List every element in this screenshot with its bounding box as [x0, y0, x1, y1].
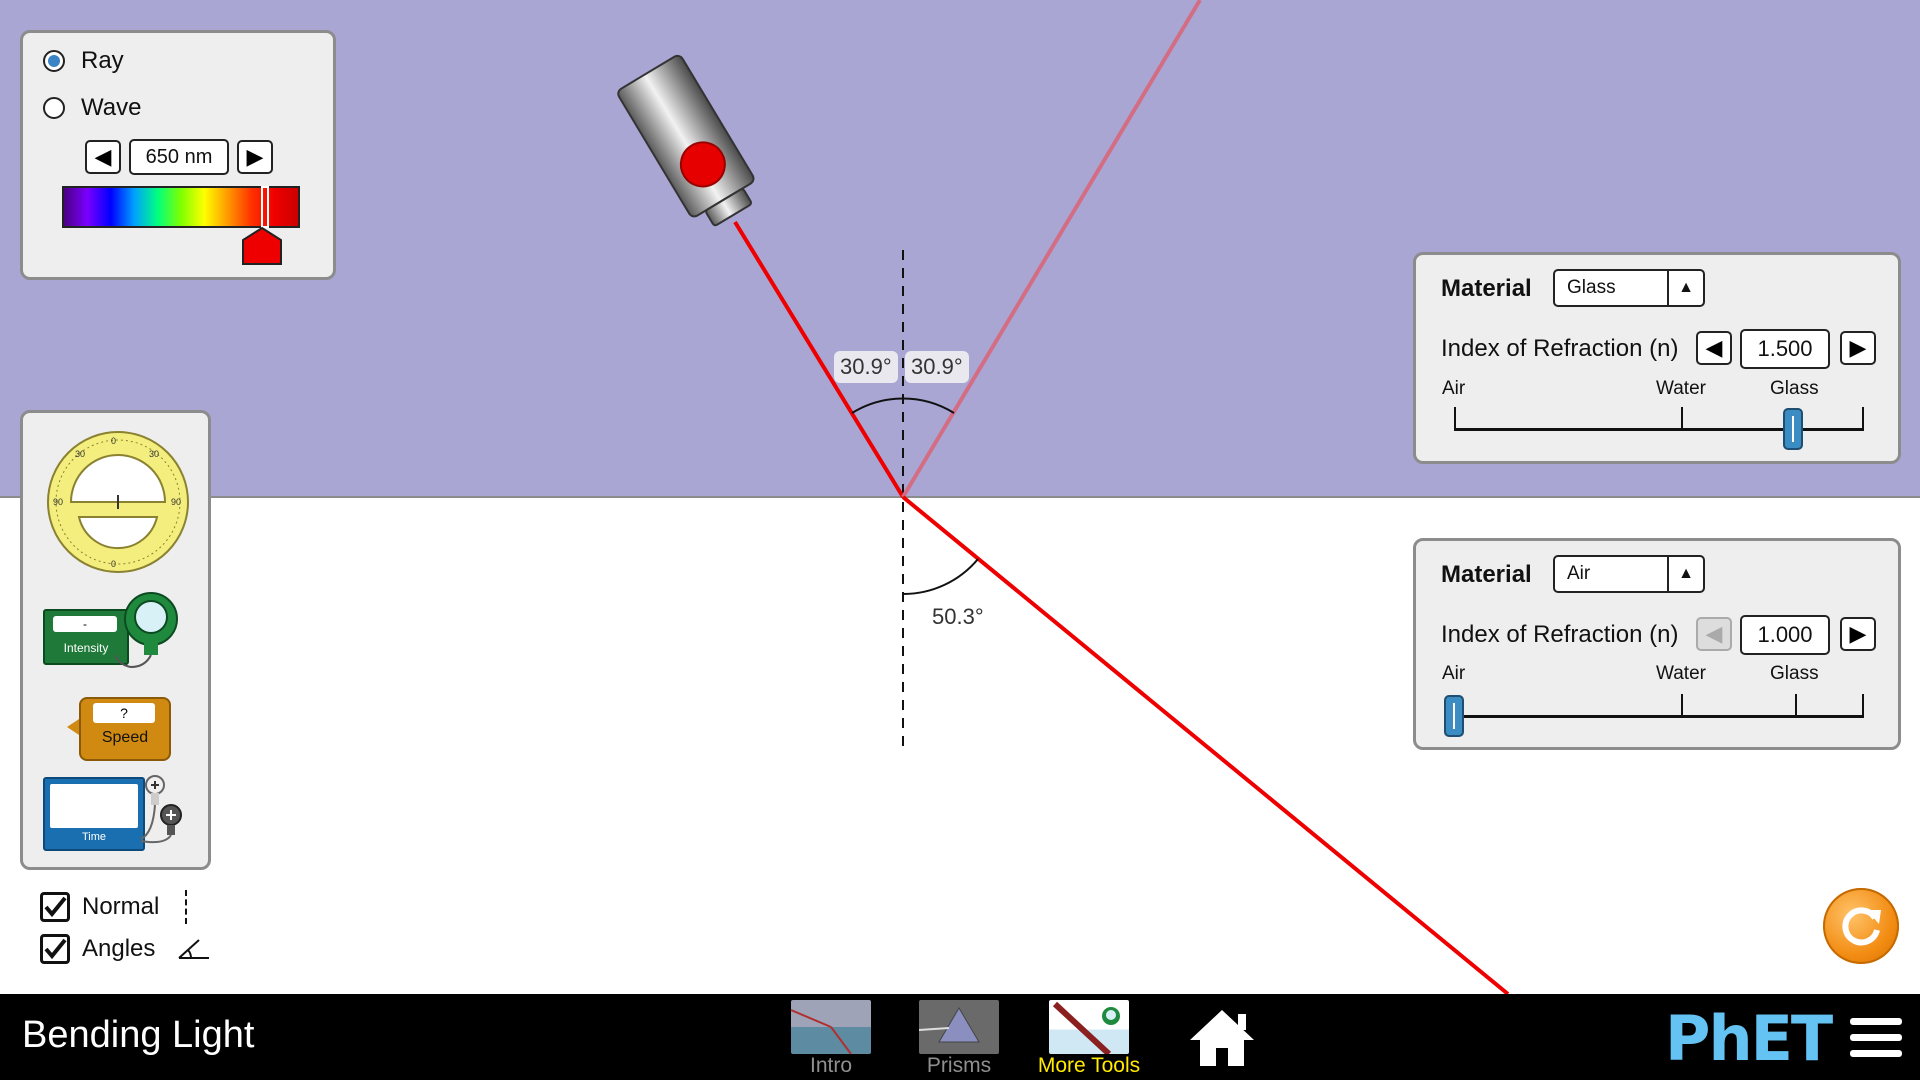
intensity-sensor-icon[interactable] — [115, 589, 185, 669]
bottom-index-increase-button[interactable]: ▶ — [1840, 617, 1876, 651]
top-material-combo[interactable]: Glass ▲ — [1553, 269, 1705, 307]
tools-toolbox: 0 30 30 90 90 0 - Intensity ? Speed Time — [20, 410, 211, 870]
tab-intro[interactable]: Intro — [790, 1000, 872, 1078]
bottom-material-panel: Material Air ▲ Index of Refraction (n) ◀… — [1413, 538, 1901, 750]
normal-checkbox-row[interactable]: Normal — [40, 890, 188, 924]
top-slider-tick-end — [1862, 407, 1864, 429]
bottom-scale-label-air: Air — [1442, 663, 1466, 684]
bottom-index-decrease-button[interactable]: ◀ — [1696, 617, 1732, 651]
ray-radio-option[interactable]: Ray — [43, 47, 124, 75]
menu-button[interactable] — [1850, 1018, 1902, 1062]
top-scale-label-water: Water — [1656, 378, 1706, 399]
speed-tool-pointer — [67, 719, 79, 735]
svg-text:30: 30 — [75, 449, 85, 459]
bottom-index-value: 1.000 — [1740, 615, 1830, 655]
home-button[interactable] — [1186, 1006, 1258, 1068]
wave-radio-label: Wave — [81, 94, 142, 121]
bottom-material-title: Material — [1441, 561, 1532, 588]
navigation-bar: Bending Light Intro Prisms More Tools Ph… — [0, 994, 1920, 1080]
protractor-tool[interactable]: 0 30 30 90 90 0 — [45, 429, 191, 575]
svg-text:0: 0 — [111, 436, 116, 446]
top-material-selected: Glass — [1567, 277, 1616, 298]
speed-readout: ? — [93, 703, 155, 723]
top-material-combo-arrow-icon[interactable]: ▲ — [1667, 271, 1703, 305]
bottom-material-combo[interactable]: Air ▲ — [1553, 555, 1705, 593]
svg-text:90: 90 — [53, 497, 63, 507]
angles-checkbox-label: Angles — [82, 935, 156, 962]
more-tools-tab-icon — [1049, 1000, 1129, 1054]
angle-icon — [178, 939, 210, 959]
tab-more-tools-label: More Tools — [1037, 1054, 1141, 1077]
speed-tool[interactable]: ? Speed — [79, 697, 171, 761]
top-index-increase-button[interactable]: ▶ — [1840, 331, 1876, 365]
light-source-panel: Ray Wave ◀ 650 nm ▶ — [20, 30, 336, 280]
refracted-angle-label: 50.3° — [932, 604, 984, 629]
wavelength-spectrum-slider[interactable] — [62, 186, 300, 228]
intensity-readout: - — [53, 616, 117, 632]
reset-all-button[interactable] — [1823, 888, 1899, 964]
wavelength-decrease-button[interactable]: ◀ — [85, 140, 121, 174]
time-label: Time — [81, 831, 107, 843]
bottom-slider-tick-glass — [1795, 694, 1797, 716]
ray-radio-label: Ray — [81, 47, 124, 74]
top-slider-tick-air — [1454, 407, 1456, 429]
svg-text:90: 90 — [171, 497, 181, 507]
bottom-index-slider-track[interactable] — [1454, 715, 1864, 718]
ray-radio-button[interactable] — [43, 50, 65, 72]
top-index-label: Index of Refraction (n) — [1441, 335, 1679, 362]
tab-more-tools[interactable]: More Tools — [1034, 1000, 1144, 1078]
top-slider-tick-water — [1681, 407, 1683, 429]
top-material-title: Material — [1441, 275, 1532, 302]
wavelength-value: 650 nm — [129, 139, 229, 175]
top-index-value: 1.500 — [1740, 329, 1830, 369]
time-probes-icon[interactable] — [135, 773, 195, 849]
speed-label: Speed — [101, 729, 149, 746]
spectrum-marker — [261, 186, 269, 228]
bottom-slider-tick-end — [1862, 694, 1864, 716]
top-scale-label-glass: Glass — [1770, 378, 1819, 399]
angles-checkbox[interactable] — [40, 934, 70, 964]
top-index-decrease-button[interactable]: ◀ — [1696, 331, 1732, 365]
time-readout — [50, 784, 138, 828]
bottom-scale-label-water: Water — [1656, 663, 1706, 684]
time-sensor-tool[interactable]: Time — [43, 777, 145, 851]
wave-radio-option[interactable]: Wave — [43, 94, 141, 122]
app-title: Bending Light — [22, 1014, 255, 1056]
svg-text:0: 0 — [111, 559, 116, 569]
angles-checkbox-row[interactable]: Angles — [40, 934, 211, 964]
top-scale-label-air: Air — [1442, 378, 1466, 399]
bottom-material-combo-arrow-icon[interactable]: ▲ — [1667, 557, 1703, 591]
normal-line-icon — [185, 890, 188, 924]
bottom-index-slider-thumb[interactable] — [1444, 695, 1464, 737]
reflected-angle-label: 30.9° — [905, 351, 969, 383]
top-material-panel: Material Glass ▲ Index of Refraction (n)… — [1413, 252, 1901, 464]
normal-checkbox-label: Normal — [82, 893, 160, 920]
tab-prisms-label: Prisms — [926, 1054, 992, 1077]
tab-intro-label: Intro — [809, 1054, 853, 1077]
reset-icon — [1842, 907, 1881, 946]
wave-radio-button[interactable] — [43, 97, 65, 119]
intro-tab-icon — [791, 1000, 871, 1054]
bottom-slider-tick-water — [1681, 694, 1683, 716]
phet-logo[interactable]: PhET — [1665, 1002, 1833, 1075]
bottom-scale-label-glass: Glass — [1770, 663, 1819, 684]
wavelength-slider-thumb[interactable] — [240, 226, 284, 268]
svg-text:30: 30 — [149, 449, 159, 459]
prisms-tab-icon — [919, 1000, 999, 1054]
top-index-slider-thumb[interactable] — [1783, 408, 1803, 450]
tab-prisms[interactable]: Prisms — [918, 1000, 1000, 1078]
wavelength-increase-button[interactable]: ▶ — [237, 140, 273, 174]
bottom-material-selected: Air — [1567, 563, 1591, 584]
incident-angle-label: 30.9° — [834, 351, 898, 383]
bottom-index-label: Index of Refraction (n) — [1441, 621, 1679, 648]
normal-checkbox[interactable] — [40, 892, 70, 922]
